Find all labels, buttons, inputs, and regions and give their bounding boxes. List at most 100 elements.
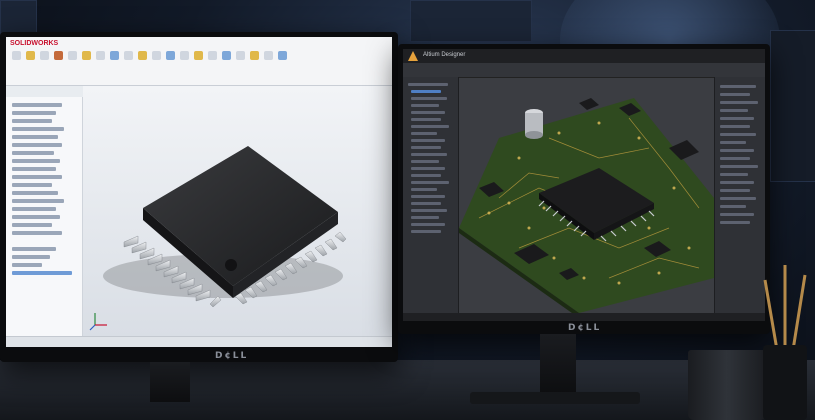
tree-item[interactable]: [12, 191, 58, 195]
cad-ribbon-toolbar: SOLIDWORKS: [6, 37, 392, 86]
property-item[interactable]: [720, 93, 750, 96]
ic-chip-3d-model: [103, 146, 347, 308]
tree-item[interactable]: [12, 127, 64, 131]
project-tree-item[interactable]: [411, 139, 445, 142]
property-item[interactable]: [720, 125, 750, 128]
project-tree-item[interactable]: [411, 132, 437, 135]
cad-status-bar: [6, 336, 392, 347]
toolbar-icon[interactable]: [152, 51, 161, 60]
tree-item[interactable]: [12, 207, 56, 211]
tree-item[interactable]: [12, 151, 54, 155]
tree-item[interactable]: [12, 143, 62, 147]
left-monitor-stand: [150, 362, 190, 402]
eda-status-bar: [403, 313, 765, 321]
property-item[interactable]: [720, 85, 756, 88]
tree-item[interactable]: [12, 183, 52, 187]
toolbar-icon[interactable]: [40, 51, 49, 60]
tree-item[interactable]: [12, 199, 64, 203]
background-shelf: [410, 0, 532, 42]
tree-item[interactable]: [12, 167, 56, 171]
toolbar-icon[interactable]: [180, 51, 189, 60]
project-tree-item[interactable]: [411, 118, 441, 121]
toolbar-icon[interactable]: [278, 51, 287, 60]
project-tree-item[interactable]: [411, 209, 447, 212]
tree-item[interactable]: [12, 119, 52, 123]
project-tree-item[interactable]: [411, 146, 441, 149]
project-tree-item[interactable]: [411, 160, 439, 163]
left-monitor-screen: SOLIDWORKS: [6, 37, 392, 347]
property-item[interactable]: [720, 189, 750, 192]
project-tree-item[interactable]: [411, 174, 441, 177]
toolbar-icon[interactable]: [124, 51, 133, 60]
toolbar-icon[interactable]: [96, 51, 105, 60]
project-tree-item[interactable]: [411, 188, 437, 191]
cad-app-logo: SOLIDWORKS: [10, 40, 59, 47]
project-tree-item[interactable]: [411, 195, 445, 198]
project-tree-item[interactable]: [411, 153, 447, 156]
toolbar-icon[interactable]: [208, 51, 217, 60]
property-item[interactable]: [720, 205, 746, 208]
project-tree-item[interactable]: [411, 104, 439, 107]
toolbar-icon[interactable]: [12, 51, 21, 60]
project-tree-item[interactable]: [411, 90, 441, 93]
project-tree-item[interactable]: [411, 223, 445, 226]
property-item[interactable]: [720, 133, 756, 136]
toolbar-icon[interactable]: [264, 51, 273, 60]
toolbar-icon[interactable]: [166, 51, 175, 60]
toolbar-icon[interactable]: [138, 51, 147, 60]
tree-item[interactable]: [12, 255, 50, 259]
monitor-brand-logo: D¢LL: [215, 351, 249, 361]
project-tree-item[interactable]: [411, 181, 449, 184]
property-item[interactable]: [720, 117, 754, 120]
tree-item[interactable]: [12, 135, 58, 139]
property-item[interactable]: [720, 149, 754, 152]
toolbar-icon[interactable]: [194, 51, 203, 60]
property-item[interactable]: [720, 109, 748, 112]
property-item[interactable]: [720, 165, 758, 168]
property-item[interactable]: [720, 101, 758, 104]
tree-item[interactable]: [12, 175, 62, 179]
pcb-3d-model: [459, 98, 714, 313]
toolbar-icon[interactable]: [68, 51, 77, 60]
feature-tree-panel: [6, 97, 83, 337]
cad-3d-viewport[interactable]: [83, 86, 392, 337]
project-tree-item[interactable]: [411, 125, 449, 128]
tree-item[interactable]: [12, 159, 60, 163]
tree-item[interactable]: [12, 247, 56, 251]
project-tree-item[interactable]: [411, 202, 441, 205]
tree-item[interactable]: [12, 263, 42, 267]
project-tree-item[interactable]: [411, 97, 447, 100]
right-monitor-stand-base: [470, 392, 640, 404]
tree-item-selected[interactable]: [12, 271, 72, 275]
toolbar-icon[interactable]: [54, 51, 63, 60]
tree-item[interactable]: [12, 111, 56, 115]
property-item[interactable]: [720, 197, 756, 200]
projects-panel: [403, 77, 459, 313]
property-item[interactable]: [720, 141, 746, 144]
toolbar-icon[interactable]: [26, 51, 35, 60]
toolbar-icon[interactable]: [222, 51, 231, 60]
project-tree-item[interactable]: [411, 216, 439, 219]
toolbar-icon[interactable]: [236, 51, 245, 60]
property-item[interactable]: [720, 181, 754, 184]
property-item[interactable]: [720, 221, 750, 224]
toolbar-icon[interactable]: [250, 51, 259, 60]
project-tree-item[interactable]: [408, 83, 448, 86]
project-tree-item[interactable]: [411, 167, 445, 170]
right-monitor-screen: Altium Designer: [403, 49, 765, 321]
eda-toolbar: [403, 63, 765, 78]
toolbar-icon[interactable]: [110, 51, 119, 60]
property-item[interactable]: [720, 173, 748, 176]
eda-app-title: Altium Designer: [423, 52, 466, 58]
tree-item[interactable]: [12, 103, 62, 107]
project-tree-item[interactable]: [411, 230, 441, 233]
tree-item[interactable]: [12, 223, 52, 227]
tree-item[interactable]: [12, 231, 62, 235]
pcb-3d-viewport[interactable]: [459, 78, 714, 313]
project-tree-item[interactable]: [411, 111, 445, 114]
property-item[interactable]: [720, 157, 750, 160]
right-monitor-stand: [540, 334, 576, 394]
property-item[interactable]: [720, 213, 754, 216]
toolbar-icon[interactable]: [82, 51, 91, 60]
tree-item[interactable]: [12, 215, 60, 219]
